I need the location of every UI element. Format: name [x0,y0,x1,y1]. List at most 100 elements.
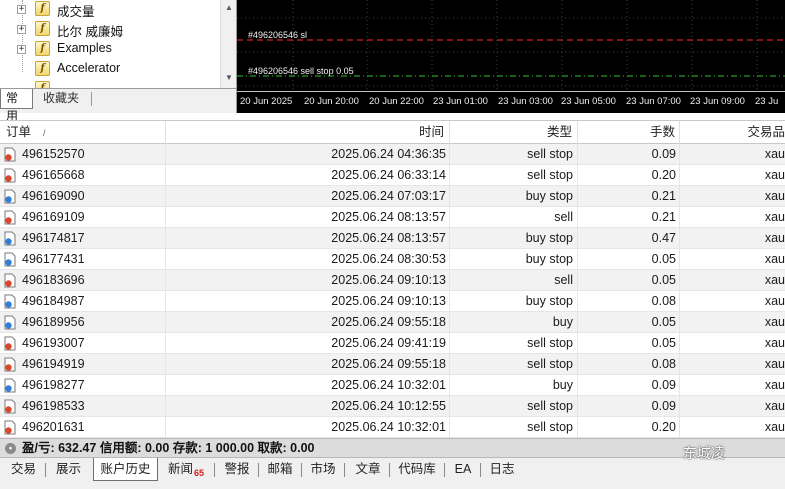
cell-order: 496189956 [0,312,166,333]
cell-symbol: xau [764,273,785,287]
column-header-type[interactable]: 类型 [450,121,578,144]
tab-news[interactable]: 新闻65 [161,458,211,481]
order-number: 496165668 [22,168,85,182]
cell-order: 496174817 [0,228,166,249]
expand-icon[interactable]: + [17,25,26,34]
cell-symbol: xau [764,252,785,266]
cell-symbol: xau [764,378,785,392]
cell-time: 2025.06.24 09:55:18 [166,354,450,375]
tab-trade[interactable]: 交易 [5,458,42,481]
table-row[interactable]: 496177431 2025.06.24 08:30:53 buy stop 0.05… [0,249,785,270]
cell-symbol: xau [764,147,785,161]
cell-type: sell stop [450,417,578,438]
scroll-down-icon[interactable]: ▼ [221,70,237,86]
tab-code-base[interactable]: 代码库 [393,458,441,481]
table-row[interactable]: 496198533 2025.06.24 10:12:55 sell stop 0.0… [0,396,785,417]
cell-symbol: xau [764,294,785,308]
tab-separator [45,463,46,477]
scroll-up-icon[interactable]: ▲ [221,0,237,16]
cell-symbol: xau [764,399,785,413]
tree-item-label: 比尔 威廉姆 [57,25,123,39]
tab-separator [389,463,390,477]
table-row[interactable]: 496183696 2025.06.24 09:10:13 sell 0.05 xau [0,270,785,291]
time-tick: 23 Jun 07:00 [626,96,681,107]
column-header-lots[interactable]: 手数 [578,121,680,144]
cell-lots: 0.21 [578,186,680,207]
cell-order: 496184987 [0,291,166,312]
navigator-scrollbar[interactable]: ▲ ▼ [220,0,236,88]
order-sell-icon [4,399,16,414]
expand-icon[interactable]: + [17,5,26,14]
tab-experts[interactable]: EA [449,458,477,481]
price-chart[interactable]: #496206546 sl #496206546 sell stop 0.05 … [237,0,785,113]
time-tick: 23 Jun 09:00 [690,96,745,107]
column-header-order[interactable]: 订单 / [0,121,166,144]
table-row[interactable]: 496165668 2025.06.24 06:33:14 sell stop 0.2… [0,165,785,186]
cell-type: sell stop [450,165,578,186]
table-row[interactable]: 496198277 2025.06.24 10:32:01 buy 0.09 xau [0,375,785,396]
time-tick: 23 Jun 03:00 [498,96,553,107]
cell-order: 496198277 [0,375,166,396]
tab-market[interactable]: 市场 [305,458,341,481]
indicator-f-icon: f [35,21,50,36]
tab-label: 交易 [10,462,36,476]
cell-time: 2025.06.24 06:33:14 [166,165,450,186]
indicator-f-icon: f [35,41,50,56]
tree-item-label: Accelerator [57,61,121,75]
time-tick: 23 Ju [755,96,779,107]
tab-alerts[interactable]: 警报 [219,458,255,481]
tab-mailbox[interactable]: 邮箱 [262,458,298,481]
column-header-symbol[interactable]: 交易品 [680,121,785,144]
cell-symbol: xau [764,336,785,350]
cell-symbol: xau [764,357,785,371]
table-row[interactable]: 496169090 2025.06.24 07:03:17 buy stop 0.21… [0,186,785,207]
order-number: 496152570 [22,147,85,161]
tab-exposure[interactable]: 展示 [50,458,87,481]
tab-label: 市场 [310,462,336,476]
cell-symbol: xau [764,168,785,182]
tab-favorites[interactable]: 收藏夹 [38,89,84,109]
tab-journal[interactable]: 日志 [484,458,520,481]
column-header-label: 订单 [6,125,32,139]
tab-separator [91,92,92,106]
table-row[interactable]: 496193007 2025.06.24 09:41:19 sell stop 0.0… [0,333,785,354]
account-summary-bar: • 盈/亏: 632.47 信用额: 0.00 存款: 1 000.00 取款:… [0,438,785,458]
order-number: 496198277 [22,378,85,392]
cell-lots: 0.20 [578,165,680,186]
tree-item-examples[interactable]: + f Examples [0,40,220,60]
table-row[interactable]: 496152570 2025.06.24 04:36:35 sell stop 0.0… [0,144,785,165]
order-sell-icon [4,336,16,351]
table-row[interactable]: 496201631 2025.06.24 10:32:01 sell stop 0.2… [0,417,785,438]
tree-item-bill-williams[interactable]: + f 比尔 威廉姆 [0,20,220,40]
cell-order: 496165668 [0,165,166,186]
order-number: 496201631 [22,420,85,434]
table-row[interactable]: 496169109 2025.06.24 08:13:57 sell 0.21 xau [0,207,785,228]
tab-articles[interactable]: 文章 [350,458,386,481]
tree-item-accelerator[interactable]: f Accelerator [0,60,220,80]
tab-label: 账户历史 [100,462,151,476]
cell-lots: 0.09 [578,396,680,417]
cell-lots: 0.09 [578,144,680,165]
cell-lots: 0.20 [578,417,680,438]
tab-common[interactable]: 常用 [0,89,33,123]
table-row[interactable]: 496189956 2025.06.24 09:55:18 buy 0.05 xau [0,312,785,333]
expand-icon[interactable]: + [17,45,26,54]
table-row[interactable]: 496194919 2025.06.24 09:55:18 sell stop 0.0… [0,354,785,375]
cell-lots: 0.21 [578,207,680,228]
cell-lots: 0.05 [578,270,680,291]
cell-order: 496193007 [0,333,166,354]
account-summary-text: 盈/亏: 632.47 信用额: 0.00 存款: 1 000.00 取款: 0… [22,441,315,455]
column-header-time[interactable]: 时间 [166,121,450,144]
tab-label: EA [454,462,472,476]
table-row[interactable]: 496184987 2025.06.24 09:10:13 buy stop 0.08… [0,291,785,312]
tree-item-partial[interactable]: f [0,80,220,88]
order-buy-icon [4,294,16,309]
tree-item-volumes[interactable]: + f 成交量 [0,0,220,20]
tab-account-history[interactable]: 账户历史 [93,458,158,481]
table-row[interactable]: 496174817 2025.06.24 08:13:57 buy stop 0.47… [0,228,785,249]
order-number: 496169090 [22,189,85,203]
cell-order: 496198533 [0,396,166,417]
tab-label: 新闻 [167,462,193,476]
cell-type: buy stop [450,228,578,249]
order-number: 496169109 [22,210,85,224]
